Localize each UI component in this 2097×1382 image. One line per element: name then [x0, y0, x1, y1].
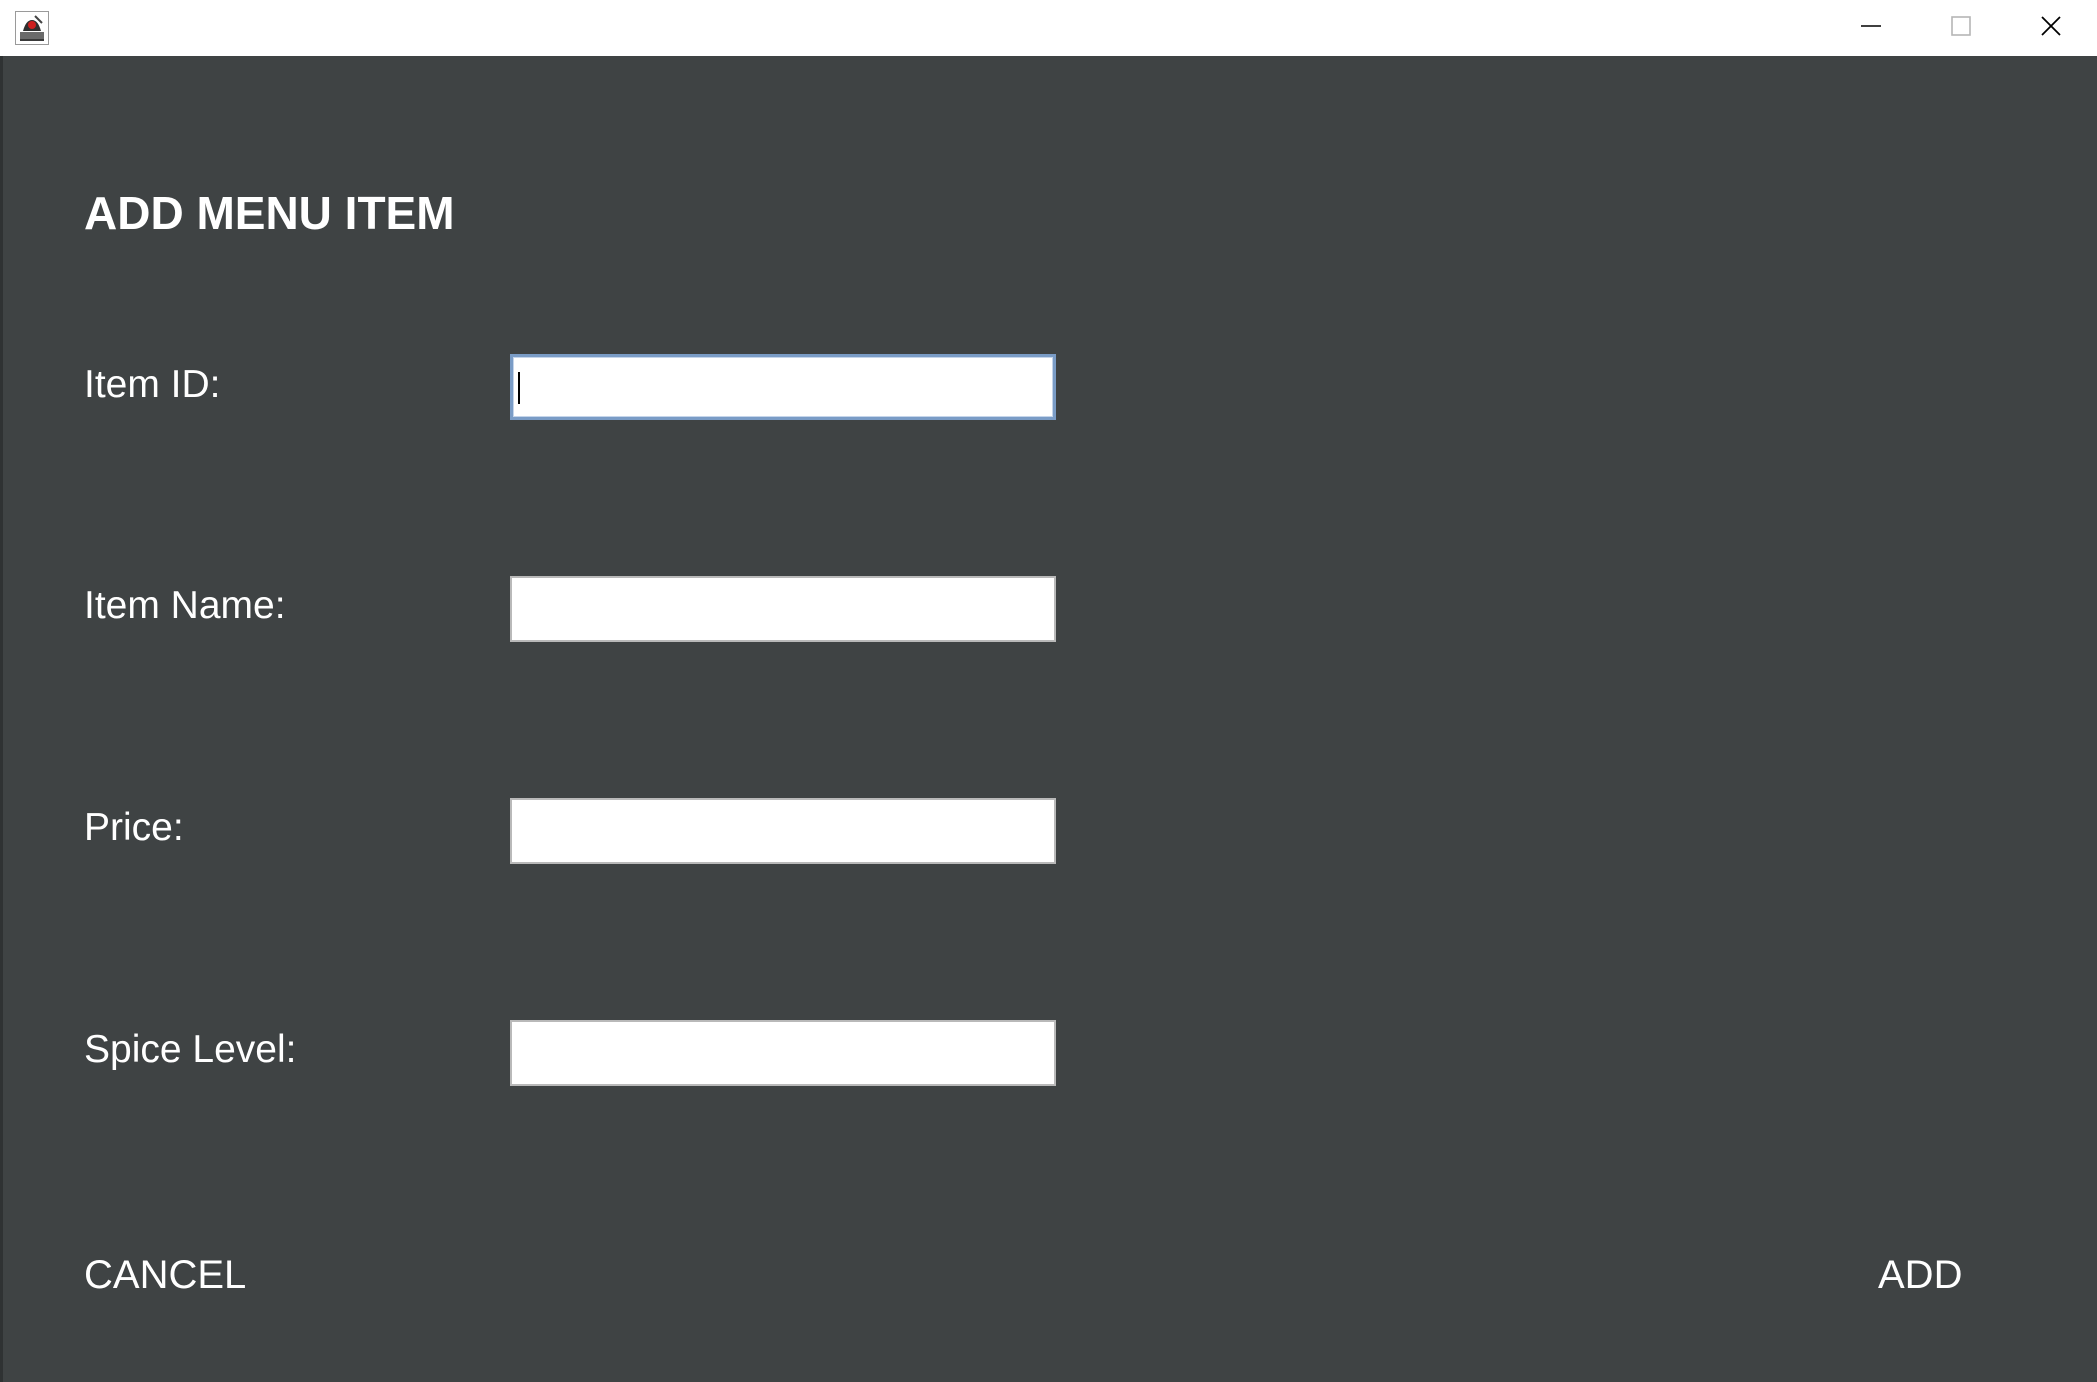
minimize-icon: [1860, 15, 1882, 42]
price-label: Price:: [84, 806, 184, 849]
price-input[interactable]: [510, 798, 1056, 864]
item-name-label: Item Name:: [84, 584, 286, 627]
window-border: [0, 56, 3, 1382]
item-name-input[interactable]: [510, 576, 1056, 642]
minimize-button[interactable]: [1826, 0, 1916, 56]
add-button[interactable]: ADD: [1878, 1251, 1962, 1299]
close-icon: [2040, 15, 2062, 42]
item-id-input[interactable]: [510, 354, 1056, 420]
spice-level-label: Spice Level:: [84, 1028, 297, 1071]
spice-level-input[interactable]: [510, 1020, 1056, 1086]
maximize-button[interactable]: [1916, 0, 2006, 56]
cancel-button[interactable]: CANCEL: [84, 1251, 246, 1299]
title-bar: [0, 0, 2097, 56]
add-menu-item-window: ADD MENU ITEM Item ID: Item Name: Price:…: [0, 0, 2097, 1382]
page-title: ADD MENU ITEM: [84, 187, 455, 239]
item-id-label: Item ID:: [84, 363, 221, 406]
close-button[interactable]: [2006, 0, 2096, 56]
java-duke-icon: [15, 11, 49, 45]
maximize-icon: [1950, 15, 1972, 42]
text-caret: [518, 372, 520, 404]
